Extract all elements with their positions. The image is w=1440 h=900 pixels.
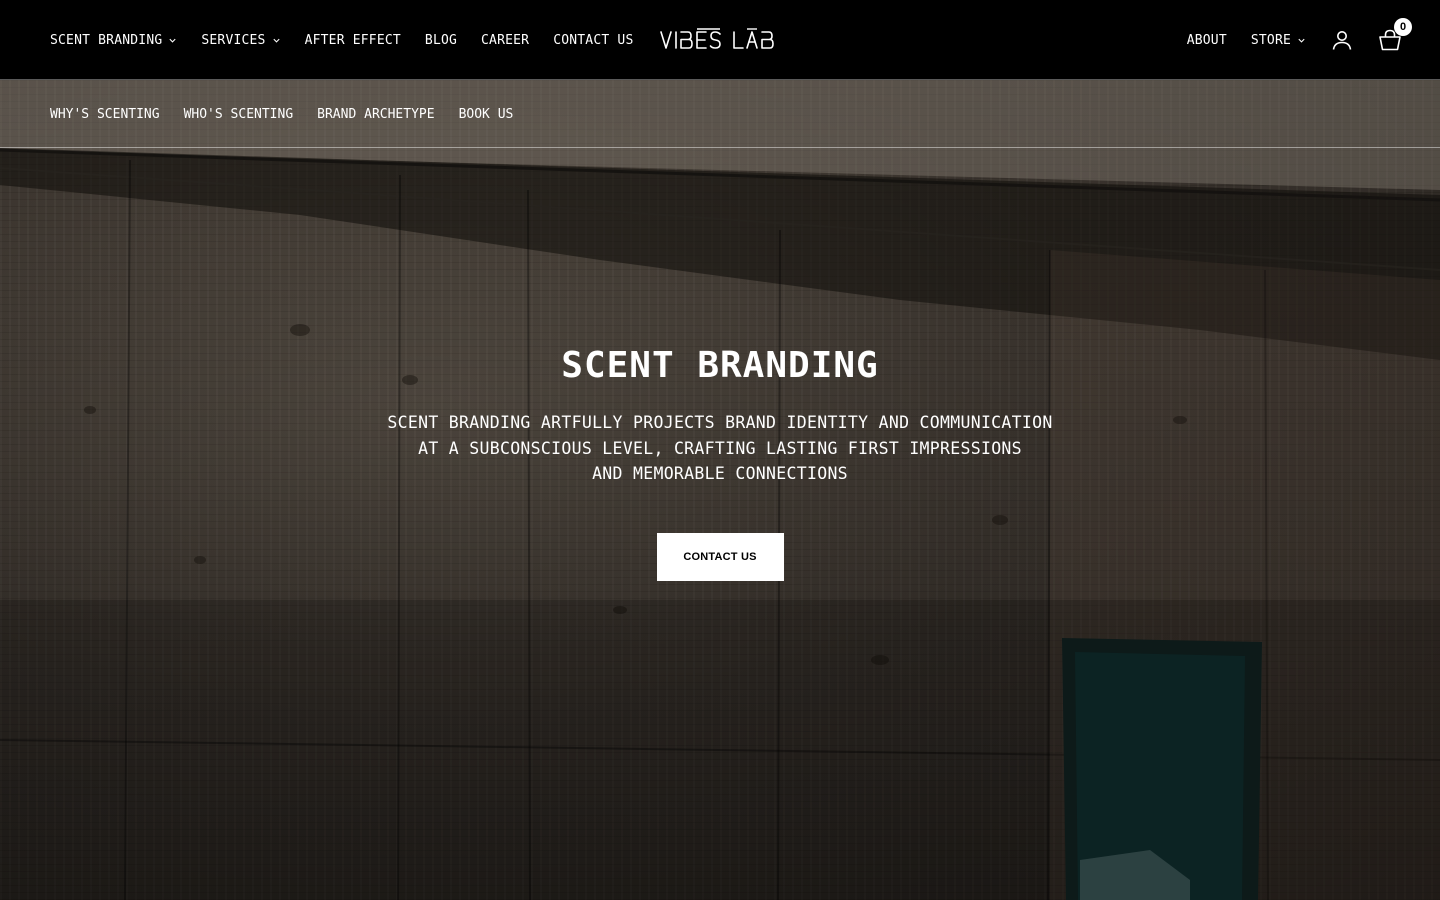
subnav-item-brand-archetype[interactable]: BRAND ARCHETYPE [317, 107, 434, 122]
chevron-down-icon [169, 38, 176, 43]
chevron-down-icon [1298, 38, 1305, 43]
nav-item-services[interactable]: SERVICES [201, 33, 280, 48]
cart-count-badge: 0 [1394, 18, 1412, 36]
nav-item-label: BLOG [424, 32, 458, 48]
user-icon [1332, 31, 1352, 50]
subnav-item-book-us[interactable]: BOOK US [459, 107, 514, 122]
hero-description: SCENT BRANDING ARTFULLY PROJECTS BRAND I… [370, 410, 1070, 487]
hero-description-line: SCENT BRANDING ARTFULLY PROJECTS BRAND I… [387, 413, 1053, 432]
nav-item-label: CAREER [481, 32, 530, 48]
subnav-item-whos-scenting[interactable]: WHO'S SCENTING [184, 107, 294, 122]
nav-item-about[interactable]: ABOUT [1187, 33, 1227, 48]
nav-item-scent-branding[interactable]: SCENT BRANDING [50, 33, 177, 48]
nav-item-contact-us[interactable]: CONTACT US [553, 33, 633, 48]
nav-item-label: STORE [1250, 32, 1291, 48]
secondary-nav: WHY'S SCENTING WHO'S SCENTING BRAND ARCH… [0, 81, 1440, 148]
site-header: SCENT BRANDING SERVICES AFTER EFFECT BLO… [0, 0, 1440, 80]
hero-description-line: AT A SUBCONSCIOUS LEVEL, CRAFTING LASTIN… [418, 438, 1022, 458]
primary-nav-left: SCENT BRANDING SERVICES AFTER EFFECT BLO… [50, 0, 633, 80]
nav-item-blog[interactable]: BLOG [425, 33, 457, 48]
hero-section: SCENT BRANDING SCENT BRANDING ARTFULLY P… [0, 340, 1440, 581]
site-logo[interactable] [660, 28, 782, 52]
hero-title: SCENT BRANDING [561, 345, 879, 386]
hero-description-line: AND MEMORABLE CONNECTIONS [592, 464, 848, 483]
nav-item-label: CONTACT US [553, 32, 634, 48]
contact-us-button[interactable]: CONTACT US [656, 532, 784, 581]
account-button[interactable] [1330, 28, 1354, 52]
chevron-down-icon [273, 38, 280, 43]
primary-nav-right: ABOUT STORE 0 [1187, 0, 1412, 80]
nav-item-label: SCENT BRANDING [50, 32, 163, 48]
nav-item-label: AFTER EFFECT [304, 32, 401, 48]
page: SCENT BRANDING SERVICES AFTER EFFECT BLO… [0, 0, 1440, 900]
nav-item-store[interactable]: STORE [1251, 33, 1306, 48]
nav-item-label: ABOUT [1186, 32, 1227, 48]
nav-item-after-effect[interactable]: AFTER EFFECT [305, 33, 401, 48]
cart-button[interactable]: 0 [1378, 18, 1412, 52]
subnav-item-whys-scenting[interactable]: WHY'S SCENTING [50, 107, 160, 122]
nav-item-label: SERVICES [201, 32, 266, 48]
nav-item-career[interactable]: CAREER [481, 33, 529, 48]
